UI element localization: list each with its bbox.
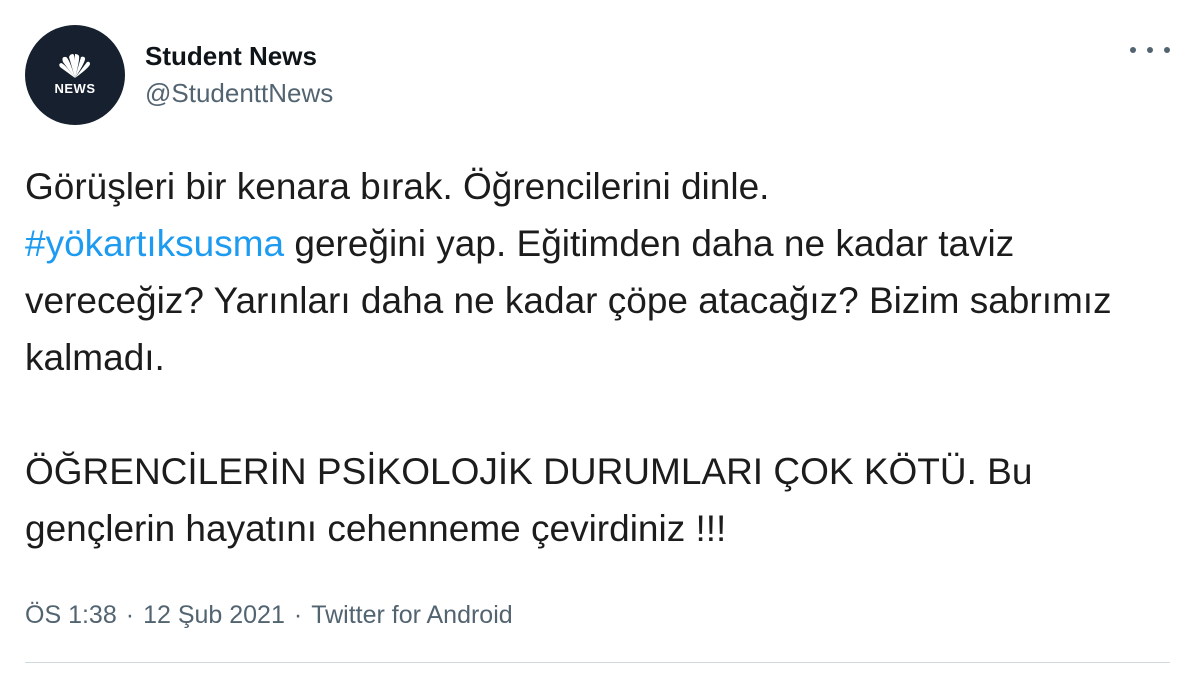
tweet-time[interactable]: ÖS 1:38 [25,598,117,632]
tweet-card: NEWS Student News @StudenttNews Görüşler… [0,0,1200,675]
meta-separator: · [293,601,303,629]
meta-separator: · [125,601,135,629]
tweet-text-intro: Görüşleri bir kenara bırak. Öğrencilerin… [25,166,770,207]
more-dot [1164,47,1170,53]
hashtag-link[interactable]: #yökartıksusma [25,223,284,264]
divider [25,662,1170,663]
tweet-header: NEWS Student News @StudenttNews [25,25,333,125]
tweet-metadata: ÖS 1:38 · 12 Şub 2021 · Twitter for Andr… [25,598,513,632]
tweet-paragraph-1: Görüşleri bir kenara bırak. Öğrencilerin… [25,158,1175,386]
author-names: Student News @StudenttNews [145,39,333,111]
peacock-logo-icon [59,54,90,78]
tweet-text: Görüşleri bir kenara bırak. Öğrencilerin… [25,158,1175,557]
more-dot [1147,47,1153,53]
tweet-date[interactable]: 12 Şub 2021 [143,598,285,632]
more-dot [1130,47,1136,53]
more-options-icon[interactable] [1130,38,1170,62]
display-name[interactable]: Student News [145,39,333,73]
avatar[interactable]: NEWS [25,25,125,125]
avatar-label: NEWS [54,81,96,96]
user-handle[interactable]: @StudenttNews [145,75,333,111]
tweet-paragraph-2: ÖĞRENCİLERİN PSİKOLOJİK DURUMLARI ÇOK KÖ… [25,451,1033,549]
tweet-source[interactable]: Twitter for Android [311,598,512,632]
